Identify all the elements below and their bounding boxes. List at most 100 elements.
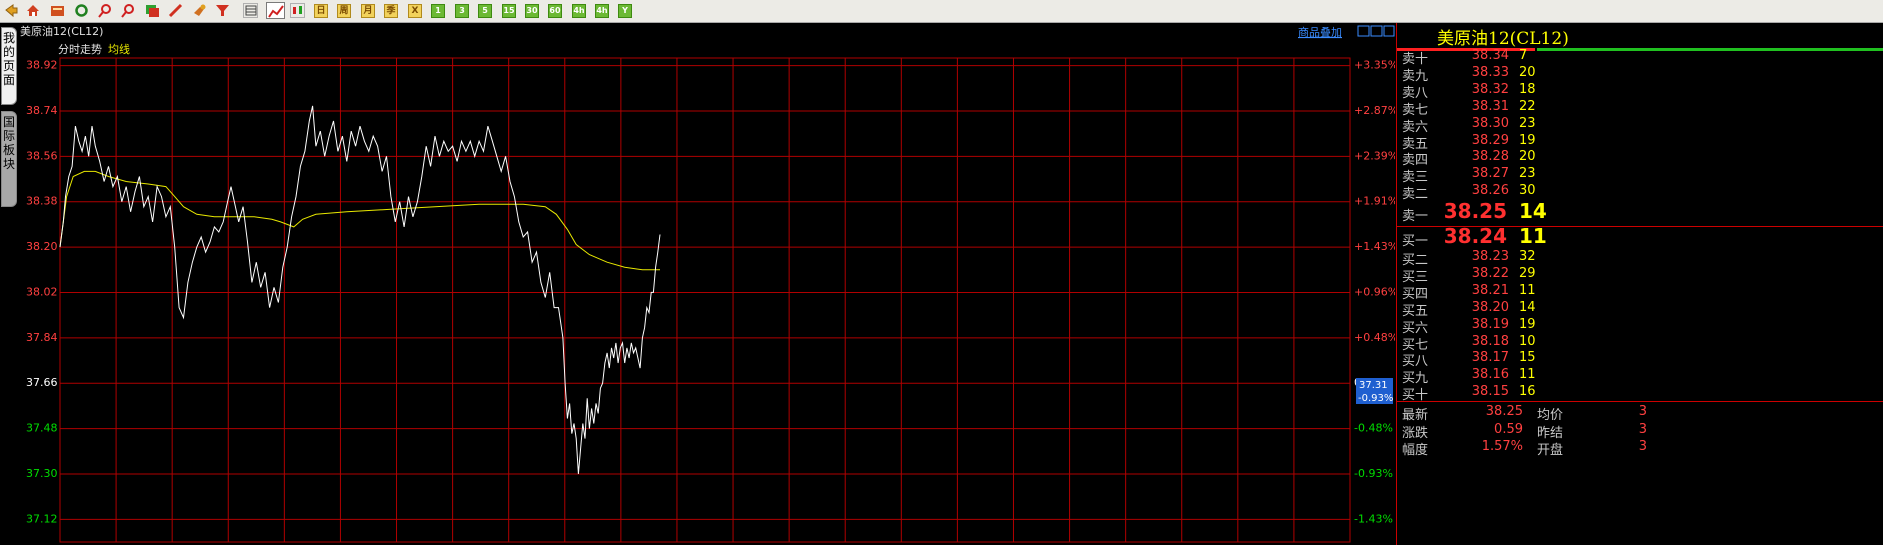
order-volume: 18 bbox=[1519, 81, 1536, 97]
sell-row-best[interactable]: 卖一 38.25 14 bbox=[1397, 199, 1883, 224]
percent-tick-label: +0.96% bbox=[1354, 285, 1395, 298]
order-volume: 11 bbox=[1519, 367, 1536, 383]
order-price: 38.25 bbox=[1443, 199, 1507, 223]
order-price: 38.20 bbox=[1471, 299, 1509, 315]
zoom-out-icon[interactable] bbox=[121, 3, 136, 18]
stat-label: 涨跌 bbox=[1402, 425, 1429, 441]
intraday-chart-icon[interactable] bbox=[266, 2, 285, 19]
period-1m-button[interactable]: 1 bbox=[431, 4, 445, 18]
period-year-button[interactable]: Y bbox=[618, 4, 632, 18]
stat-value: 3 bbox=[1638, 439, 1647, 454]
period-3m-button[interactable]: 3 bbox=[455, 4, 469, 18]
divider bbox=[1397, 401, 1883, 402]
order-price: 38.29 bbox=[1471, 132, 1509, 148]
period-15m-button[interactable]: 15 bbox=[502, 4, 516, 18]
period-x-button[interactable]: X bbox=[408, 4, 422, 18]
layout-2-icon[interactable] bbox=[1370, 25, 1383, 37]
stat-value: 0.59 bbox=[1494, 421, 1523, 437]
order-price: 38.34 bbox=[1471, 48, 1509, 63]
layout-1-icon[interactable] bbox=[1357, 25, 1370, 37]
tab-my-page-label: 我的页面 bbox=[2, 31, 15, 87]
order-price: 38.21 bbox=[1471, 282, 1509, 298]
period-4h-button[interactable]: 4h bbox=[572, 4, 586, 18]
chart-canvas[interactable]: 38.92 38.74 38.56 38.38 38.20 38.02 37.84 37.66… bbox=[18, 23, 1395, 545]
stats-row: 幅度 1.57% 开盘 3 bbox=[1397, 439, 1883, 459]
order-price: 38.15 bbox=[1471, 384, 1509, 400]
stat-label: 昨结 bbox=[1537, 425, 1564, 441]
order-volume: 23 bbox=[1519, 166, 1536, 182]
price-tick-label: 37.66 bbox=[26, 376, 58, 389]
tab-intl-sector[interactable]: 国际板块 bbox=[1, 111, 17, 207]
period-quarter-button[interactable]: 季 bbox=[384, 4, 398, 18]
back-arrow-icon[interactable] bbox=[4, 3, 19, 18]
avg-line-legend: 均线 bbox=[108, 42, 130, 56]
percent-tick-label: +2.87% bbox=[1354, 104, 1395, 117]
order-level-label: 买一 bbox=[1402, 234, 1429, 249]
percent-tick-label: +1.91% bbox=[1354, 195, 1395, 208]
price-axis: 38.92 38.74 38.56 38.38 38.20 38.02 37.84 37.66… bbox=[26, 59, 58, 526]
percent-tick-label: -0.93% bbox=[1354, 467, 1393, 480]
percent-tick-label: +3.35% bbox=[1354, 59, 1395, 72]
order-price: 38.33 bbox=[1471, 64, 1509, 80]
commodity-overlay-link[interactable]: 商品叠加 bbox=[1298, 25, 1342, 39]
period-5m-button[interactable]: 5 bbox=[478, 4, 492, 18]
quote-panel: 美原油12(CL12) 卖十 38.34 7 卖九 38.33 20 卖八 38.32 18 卖七… bbox=[1396, 23, 1883, 545]
stat-value: 3 bbox=[1638, 404, 1647, 419]
period-day-button[interactable]: 日 bbox=[314, 4, 328, 18]
instrument-label: 美原油12(CL12) bbox=[20, 24, 103, 38]
order-volume: 7 bbox=[1519, 48, 1528, 63]
plot-frame bbox=[59, 57, 1351, 543]
percent-tick-label: +1.43% bbox=[1354, 240, 1395, 253]
order-volume: 14 bbox=[1519, 299, 1536, 315]
percent-tick-label: -1.43% bbox=[1354, 512, 1393, 525]
cursor-price: 37.31 bbox=[1359, 380, 1388, 391]
order-volume: 19 bbox=[1519, 132, 1536, 148]
period-month-button[interactable]: 月 bbox=[361, 4, 375, 18]
price-tick-label: 38.02 bbox=[26, 285, 58, 298]
buy-row-best[interactable]: 买一 38.24 11 bbox=[1397, 224, 1883, 249]
price-tick-label: 37.30 bbox=[26, 467, 58, 480]
mode-label[interactable]: 分时走势 bbox=[58, 43, 102, 56]
intraday-chart[interactable]: 38.92 38.74 38.56 38.38 38.20 38.02 37.84 37.66… bbox=[18, 23, 1395, 545]
percent-tick-label: +2.39% bbox=[1354, 149, 1395, 162]
pencil-icon[interactable] bbox=[168, 3, 183, 18]
zoom-in-icon[interactable] bbox=[98, 3, 113, 18]
percent-axis: +3.35% +2.87% +2.39% +1.91% +1.43% +0.96% +0.4… bbox=[1354, 59, 1395, 526]
period-30m-button[interactable]: 30 bbox=[525, 4, 539, 18]
order-price: 38.24 bbox=[1443, 224, 1507, 248]
order-price: 38.19 bbox=[1471, 316, 1509, 332]
percent-tick-label: -0.48% bbox=[1354, 422, 1393, 435]
price-tick-label: 37.84 bbox=[26, 331, 58, 344]
kline-chart-icon[interactable] bbox=[290, 3, 305, 18]
layout-3-icon[interactable] bbox=[1383, 25, 1395, 37]
side-tabs: 我的页面 国际板块 bbox=[0, 23, 18, 545]
tools-icon[interactable] bbox=[192, 3, 207, 18]
refresh-icon[interactable] bbox=[74, 3, 89, 18]
stat-value: 1.57% bbox=[1481, 439, 1523, 454]
order-volume: 20 bbox=[1519, 149, 1536, 165]
filter-icon[interactable] bbox=[215, 3, 230, 18]
order-volume: 22 bbox=[1519, 98, 1536, 114]
period-60m-button[interactable]: 60 bbox=[548, 4, 562, 18]
order-volume: 20 bbox=[1519, 64, 1536, 80]
order-price: 38.32 bbox=[1471, 81, 1509, 97]
order-volume: 32 bbox=[1519, 249, 1536, 264]
stat-label: 最新 bbox=[1402, 408, 1429, 423]
period-week-button[interactable]: 周 bbox=[337, 4, 351, 18]
order-price: 38.16 bbox=[1471, 367, 1509, 383]
cursor-percent: -0.93% bbox=[1358, 393, 1393, 404]
period-4h-b-button[interactable]: 4h bbox=[595, 4, 609, 18]
order-volume: 19 bbox=[1519, 316, 1536, 332]
order-price: 38.27 bbox=[1471, 166, 1509, 182]
price-tick-label: 38.20 bbox=[26, 240, 58, 253]
order-price: 38.30 bbox=[1471, 115, 1509, 131]
tab-my-page[interactable]: 我的页面 bbox=[1, 27, 17, 105]
stat-value: 3 bbox=[1638, 421, 1647, 437]
order-volume: 10 bbox=[1519, 333, 1536, 349]
home-icon[interactable] bbox=[26, 3, 41, 18]
price-tick-label: 37.12 bbox=[26, 512, 58, 525]
quote-icon[interactable] bbox=[50, 3, 65, 18]
table-view-icon[interactable] bbox=[243, 3, 258, 18]
window-icon[interactable] bbox=[145, 3, 160, 18]
order-price: 38.22 bbox=[1471, 265, 1509, 281]
